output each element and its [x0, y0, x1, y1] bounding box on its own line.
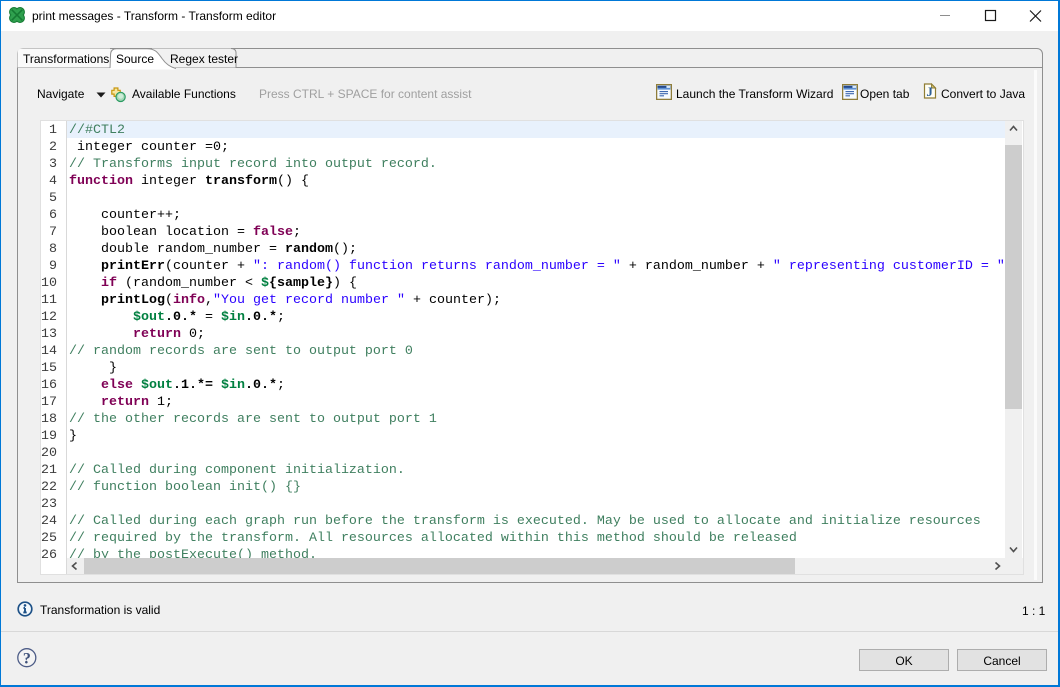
svg-text:J: J — [926, 84, 933, 99]
svg-text:?: ? — [23, 650, 31, 667]
